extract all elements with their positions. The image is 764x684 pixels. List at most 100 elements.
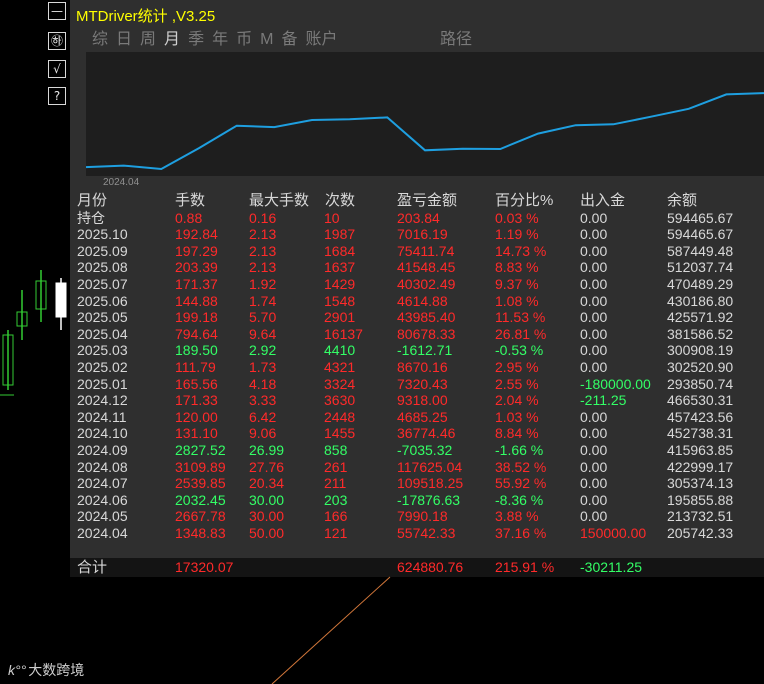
table-row[interactable]: 2025.08 203.39 2.13 1637 41548.45 8.83 % 0.00 5…: [76, 259, 764, 276]
stats-toggle-icon[interactable]: ㉻: [48, 32, 66, 50]
row-percent: 8.84 %: [495, 425, 539, 442]
table-row[interactable]: 2024.06 2032.45 30.00 203 -17876.63 -8.36 % 0.…: [76, 492, 764, 509]
table-row[interactable]: 2024.07 2539.85 20.34 211 109518.25 55.92 % 0.…: [76, 475, 764, 492]
row-count: 1637: [324, 259, 356, 276]
row-pnl: 41548.45: [397, 259, 456, 276]
row-count: 1455: [324, 425, 356, 442]
tab-quarter[interactable]: 季: [186, 30, 206, 50]
row-in-out: 0.00: [580, 226, 608, 243]
tab-year[interactable]: 年: [210, 30, 230, 50]
row-balance: 213732.51: [667, 508, 734, 525]
table-row[interactable]: 2024.12 171.33 3.33 3630 9318.00 2.04 % -211.2…: [76, 392, 764, 409]
total-lots: 17320.07: [175, 559, 234, 575]
table-row[interactable]: 2025.09 197.29 2.13 1684 75411.74 14.73 % 0.00…: [76, 243, 764, 260]
row-max-lots: 30.00: [249, 508, 285, 525]
total-in-out: -30211.25: [580, 559, 643, 575]
row-lots: 131.10: [175, 425, 218, 442]
row-lots: 192.84: [175, 226, 218, 243]
header-pnl: 盈亏金额: [397, 192, 458, 209]
row-pnl: 8670.16: [397, 358, 448, 375]
row-lots: 2539.85: [175, 475, 226, 492]
table-row[interactable]: 2024.05 2667.78 30.00 166 7990.18 3.88 % 0.00 2…: [76, 508, 764, 525]
row-balance: 594465.67: [667, 226, 734, 243]
stats-panel: MTDriver统计 ,V3.25 综 日 周 月 季 年 币 M 备 账户 路…: [70, 0, 764, 577]
table-row[interactable]: 2025.01 165.56 4.18 3324 7320.43 2.55 % -18000…: [76, 376, 764, 393]
row-percent: 1.08 %: [495, 292, 539, 309]
watermark-text: 大数跨境: [28, 662, 85, 678]
table-row[interactable]: 2025.03 189.50 2.92 4410 -1612.71 -0.53 % 0.00…: [76, 342, 764, 359]
tab-day[interactable]: 日: [114, 30, 134, 50]
table-row[interactable]: 2025.10 192.84 2.13 1987 7016.19 1.19 % 0.00 59…: [76, 226, 764, 243]
row-percent: -0.53 %: [495, 342, 544, 359]
row-month: 2024.05: [77, 508, 128, 525]
tab-currency[interactable]: 币: [234, 30, 254, 50]
row-percent: 1.03 %: [495, 408, 539, 425]
row-in-out: 0.00: [580, 358, 608, 375]
row-balance: 452738.31: [667, 425, 734, 442]
tab-backup[interactable]: 备: [279, 30, 299, 50]
row-month: 2024.06: [77, 491, 128, 508]
row-percent: 38.52 %: [495, 458, 547, 475]
row-month: 2024.04: [77, 524, 128, 541]
header-lots: 手数: [175, 192, 206, 209]
row-pnl: 9318.00: [397, 392, 448, 409]
row-balance: 305374.13: [667, 475, 734, 492]
row-in-out: 0.00: [580, 242, 608, 259]
row-count: 1987: [324, 226, 356, 243]
row-percent: 2.95 %: [495, 358, 539, 375]
row-balance: 425571.92: [667, 309, 734, 326]
row-lots: 197.29: [175, 242, 218, 259]
balance-chart-svg: [85, 92, 764, 171]
check-icon[interactable]: √: [48, 60, 66, 78]
row-max-lots: 30.00: [249, 491, 285, 508]
tab-summary[interactable]: 综: [90, 30, 110, 50]
tab-month[interactable]: 月: [162, 30, 182, 50]
tab-account[interactable]: 账户: [303, 30, 339, 50]
table-row[interactable]: 2025.05 199.18 5.70 2901 43985.40 11.53 % 0.00…: [76, 309, 764, 326]
row-count: 121: [324, 524, 348, 541]
table-row[interactable]: 2025.02 111.79 1.73 4321 8670.16 2.95 % 0.00 30…: [76, 359, 764, 376]
row-count: 1429: [324, 275, 356, 292]
path-label[interactable]: 路径: [440, 30, 472, 50]
row-in-out: 0.00: [580, 325, 608, 342]
row-percent: 2.55 %: [495, 375, 539, 392]
row-pnl: 4614.88: [397, 292, 448, 309]
row-month: 2024.12: [77, 392, 128, 409]
total-label: 合计: [77, 559, 108, 576]
table-row[interactable]: 2025.06 144.88 1.74 1548 4614.88 1.08 % 0.00 43…: [76, 293, 764, 310]
table-row[interactable]: 2025.04 794.64 9.64 16137 80678.33 26.81 % 0.0…: [76, 326, 764, 343]
row-in-out: 0.00: [580, 458, 608, 475]
table-row[interactable]: 2024.08 3109.89 27.76 261 117625.04 38.52 % 0.…: [76, 459, 764, 476]
row-in-out: -180000.00: [580, 375, 651, 392]
table-row[interactable]: 2024.09 2827.52 26.99 858 -7035.32 -1.66 % 0.0…: [76, 442, 764, 459]
table-row[interactable]: 2024.11 120.00 6.42 2448 4685.25 1.03 % 0.00 45…: [76, 409, 764, 426]
header-month: 月份: [77, 192, 108, 209]
minimize-button[interactable]: —: [48, 2, 66, 20]
row-balance: 430186.80: [667, 292, 734, 309]
balance-chart: [85, 52, 764, 176]
table-row[interactable]: 2024.10 131.10 9.06 1455 36774.46 8.84 % 0.00 4…: [76, 425, 764, 442]
help-icon[interactable]: ?: [48, 87, 66, 105]
tab-week[interactable]: 周: [138, 30, 158, 50]
row-in-out: 0.00: [580, 491, 608, 508]
row-count: 2901: [324, 309, 356, 326]
monthly-stats-table: 月份 手数 最大手数 次数 盈亏金额 百分比% 出入金 余额 持仓 0.88 0.1…: [76, 192, 764, 542]
row-balance: 466530.31: [667, 392, 734, 409]
tab-m[interactable]: M: [258, 30, 275, 50]
row-lots: 120.00: [175, 408, 218, 425]
row-percent: 55.92 %: [495, 475, 547, 492]
row-max-lots: 3.33: [249, 392, 277, 409]
row-month: 2024.09: [77, 441, 128, 458]
row-month: 2025.05: [77, 309, 128, 326]
row-month: 2025.01: [77, 375, 128, 392]
table-row[interactable]: 持仓 0.88 0.16 10 203.84 0.03 % 0.00 594465.67: [76, 210, 764, 227]
table-row[interactable]: 2024.04 1348.83 50.00 121 55742.33 37.16 % 150…: [76, 525, 764, 542]
row-balance: 512037.74: [667, 259, 734, 276]
row-in-out: 0.00: [580, 508, 608, 525]
row-pnl: 109518.25: [397, 475, 464, 492]
table-row[interactable]: 2025.07 171.37 1.92 1429 40302.49 9.37 % 0.00 4…: [76, 276, 764, 293]
row-balance: 594465.67: [667, 209, 734, 226]
row-percent: -8.36 %: [495, 491, 544, 508]
row-month: 2024.08: [77, 458, 128, 475]
row-balance: 381586.52: [667, 325, 734, 342]
